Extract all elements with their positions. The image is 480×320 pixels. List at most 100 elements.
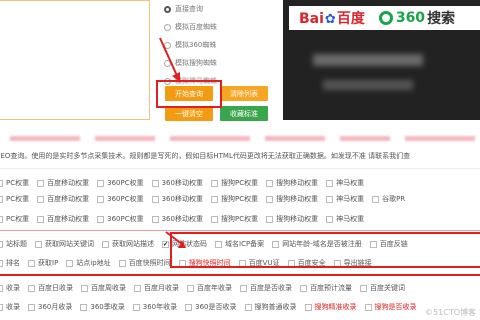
option-checkbox[interactable]: 360PC权重 (97, 178, 144, 188)
blurred-text (313, 54, 423, 66)
checkbox-box[interactable] (0, 240, 3, 248)
option-label: 站标题 (6, 240, 27, 248)
option-checkbox[interactable]: 百度快照时间 (118, 258, 171, 268)
checkbox-box[interactable] (37, 215, 45, 223)
checkbox-box[interactable] (266, 195, 274, 203)
option-label: 获取IP (38, 259, 59, 267)
checkbox-box[interactable] (266, 215, 274, 223)
checkbox-box[interactable] (326, 215, 334, 223)
option-checkbox[interactable]: 360移动权重 (151, 194, 203, 204)
option-label: 神马权重 (336, 179, 365, 187)
option-checkbox[interactable]: 搜狗移动权重 (266, 178, 318, 188)
checkbox-box[interactable] (0, 179, 3, 187)
option-checkbox[interactable]: 360移动权重 (151, 178, 203, 188)
option-label: 搜狗移动权重 (276, 179, 319, 187)
checkbox-box[interactable] (210, 179, 218, 187)
option-label: 神马权重 (336, 215, 365, 223)
option-checkbox[interactable]: 获取网站描述 (102, 239, 154, 249)
red-arrow-icon (159, 37, 180, 82)
option-checkbox[interactable]: 神马权重 (326, 194, 364, 204)
option-checkbox[interactable]: 站标题 (0, 239, 27, 249)
checkbox-box[interactable] (151, 215, 159, 223)
checkbox-box[interactable] (151, 179, 159, 187)
one-key-clear-button[interactable]: 一键清空 (165, 106, 213, 121)
checkbox-box[interactable] (0, 215, 3, 223)
checkbox-box[interactable] (97, 179, 105, 187)
option-checkbox[interactable]: PC权重 (0, 214, 29, 224)
option-label: PC权重 (6, 195, 30, 203)
checkbox-box[interactable] (326, 195, 334, 203)
option-checkbox[interactable]: 神马权重 (326, 214, 364, 224)
divider (0, 230, 480, 231)
option-label: 搜狗移动权重 (276, 215, 319, 223)
weight-row-3: PC权重 百度移动权重 360PC权重 360移动权重 搜狗PC权重 搜狗移动权重 神马权重 (0, 210, 480, 228)
option-label: 百度移动权重 (47, 195, 90, 203)
checkbox-box[interactable] (266, 179, 274, 187)
option-checkbox[interactable]: 360PC权重 (97, 214, 144, 224)
clear-list-button[interactable]: 清除列表 (220, 86, 268, 101)
checkbox-box[interactable] (151, 195, 159, 203)
radio-direct[interactable]: 直接查询 (164, 0, 284, 18)
option-label: 获取网站描述 (112, 240, 154, 248)
option-checkbox[interactable]: 搜狗移动权重 (266, 214, 318, 224)
option-checkbox[interactable]: 站点ip地址 (66, 258, 111, 268)
checkbox-box[interactable] (102, 240, 109, 248)
checkbox-box[interactable] (0, 195, 3, 203)
option-checkbox[interactable]: 搜狗PC权重 (210, 178, 259, 188)
option-checkbox[interactable]: 排名 (0, 258, 20, 268)
option-checkbox[interactable]: PC权重 (0, 178, 29, 188)
option-checkbox[interactable]: 360PC权重 (97, 194, 144, 204)
option-checkbox[interactable]: 搜狗移动权重 (266, 194, 318, 204)
option-label: 360移动权重 (161, 215, 203, 223)
option-checkbox[interactable]: 搜狗PC权重 (210, 214, 259, 224)
checkbox-box[interactable] (28, 259, 35, 267)
blurred-text (323, 80, 413, 90)
checkbox-box[interactable] (97, 215, 105, 223)
option-label: 排名 (6, 259, 20, 267)
checkbox-box[interactable] (210, 215, 218, 223)
url-list-textarea[interactable] (0, 0, 150, 120)
option-checkbox[interactable]: 搜狗PC权重 (210, 194, 259, 204)
option-checkbox[interactable]: 谷歌PR (372, 194, 405, 204)
radio-dot (164, 5, 171, 13)
checkbox-box[interactable] (35, 240, 42, 248)
checkbox-box[interactable] (97, 195, 105, 203)
option-label: 百度移动权重 (47, 215, 90, 223)
option-checkbox[interactable]: 百度移动权重 (37, 194, 89, 204)
option-label: 搜狗PC权重 (220, 195, 259, 203)
checkbox-box[interactable] (37, 179, 45, 187)
checkbox-box[interactable] (66, 259, 74, 267)
option-label: 360移动权重 (161, 195, 203, 203)
highlight-box (0, 274, 480, 320)
option-label: 搜狗PC权重 (220, 179, 259, 187)
weight-row-2: PC权重 百度移动权重 360PC权重 360移动权重 搜狗PC权重 搜狗移动权重 神马权重… (0, 190, 480, 208)
option-label: 神马权重 (336, 195, 365, 203)
search-engine-banner: Bai✿百度 360 搜索 (283, 0, 480, 120)
checkbox-box[interactable] (118, 259, 126, 267)
option-checkbox[interactable]: PC权重 (0, 194, 29, 204)
option-label: 360PC权重 (107, 179, 144, 187)
checkbox-box[interactable] (326, 179, 334, 187)
blurred-divider (0, 134, 480, 142)
option-label: 搜狗PC权重 (220, 215, 259, 223)
option-checkbox[interactable]: 获取网站关键词 (35, 239, 94, 249)
save-standard-button[interactable]: 收藏标准 (220, 106, 268, 121)
checkbox-box[interactable] (0, 259, 3, 267)
watermark: ©51CTO博客 (425, 308, 476, 317)
option-label: 360移动权重 (161, 179, 203, 187)
checkbox-box[interactable] (210, 195, 218, 203)
option-label: 360PC权重 (107, 195, 144, 203)
checkbox-box[interactable] (37, 195, 45, 203)
360-ring-icon (378, 11, 393, 25)
seo-info-text: SEO查询。使用的是实时多节点采集技术。规则都是写死的，假如目标HTML代码更改… (0, 152, 411, 160)
checkbox-box[interactable] (372, 195, 380, 203)
option-checkbox[interactable]: 获取IP (28, 258, 58, 268)
baidu-paw-icon: ✿ (324, 12, 336, 27)
option-checkbox[interactable]: 百度移动权重 (37, 214, 89, 224)
radio-baidu-spider[interactable]: 模拟百度蜘蛛 (164, 18, 284, 36)
option-checkbox[interactable]: 百度移动权重 (37, 178, 89, 188)
option-checkbox[interactable]: 神马权重 (326, 178, 364, 188)
option-label: 搜狗移动权重 (276, 195, 319, 203)
option-checkbox[interactable]: 360移动权重 (151, 214, 203, 224)
radio-label: 直接查询 (175, 5, 203, 13)
